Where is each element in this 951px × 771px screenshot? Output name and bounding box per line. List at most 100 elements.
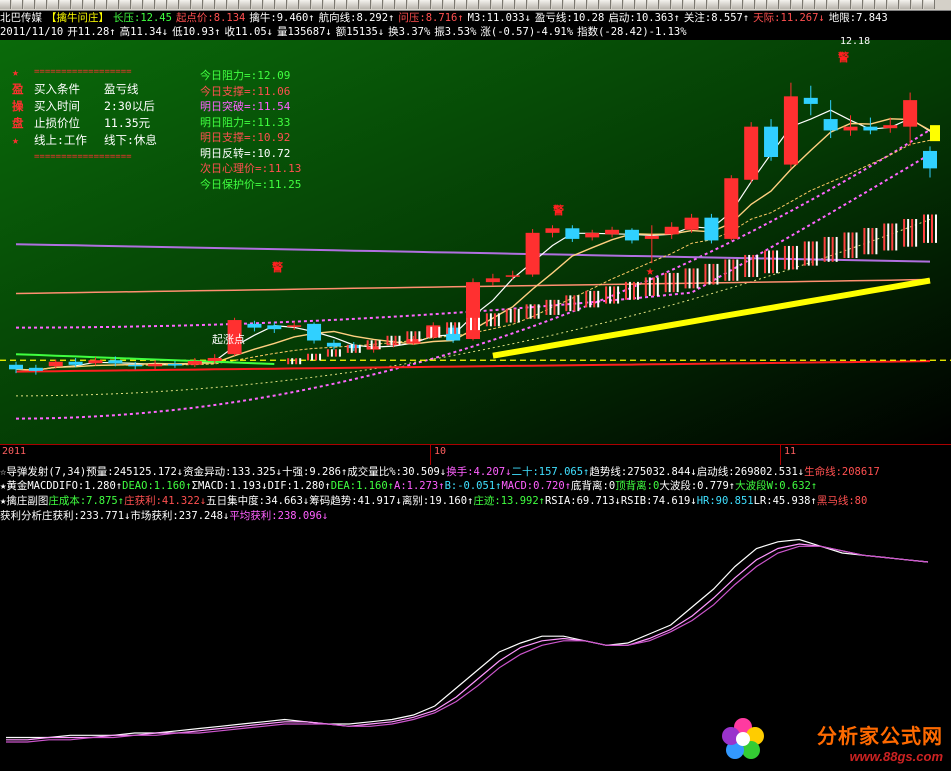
toolbar-button[interactable] xyxy=(552,0,563,9)
toolbar-button[interactable] xyxy=(792,0,803,9)
toolbar-button[interactable] xyxy=(312,0,323,9)
candle-body[interactable] xyxy=(148,364,163,367)
toolbar-button[interactable] xyxy=(72,0,83,9)
toolbar-button[interactable] xyxy=(864,0,875,9)
toolbar-button[interactable] xyxy=(228,0,239,9)
toolbar-button[interactable] xyxy=(168,0,179,9)
toolbar-button[interactable] xyxy=(84,0,95,9)
toolbar-button[interactable] xyxy=(564,0,575,9)
toolbar-button[interactable] xyxy=(360,0,371,9)
candle-body[interactable] xyxy=(684,217,699,230)
toolbar-button[interactable] xyxy=(444,0,455,9)
candle-body[interactable] xyxy=(803,97,818,104)
candle-body[interactable] xyxy=(426,325,441,338)
candle-body[interactable] xyxy=(545,228,560,233)
candle-body[interactable] xyxy=(505,275,520,277)
candle-body[interactable] xyxy=(128,364,143,367)
candle-body[interactable] xyxy=(187,360,202,365)
candle-body[interactable] xyxy=(744,126,759,180)
toolbar-button[interactable] xyxy=(840,0,851,9)
candle-body[interactable] xyxy=(247,323,262,328)
toolbar-button[interactable] xyxy=(108,0,119,9)
toolbar-button[interactable] xyxy=(756,0,767,9)
candle-body[interactable] xyxy=(326,342,341,347)
toolbar-button[interactable] xyxy=(336,0,347,9)
toolbar-button[interactable] xyxy=(648,0,659,9)
toolbar-button[interactable] xyxy=(732,0,743,9)
toolbar-button[interactable] xyxy=(36,0,47,9)
toolbar-button[interactable] xyxy=(348,0,359,9)
toolbar-button[interactable] xyxy=(660,0,671,9)
candle-body[interactable] xyxy=(764,126,779,157)
candle-body[interactable] xyxy=(565,228,580,239)
toolbar-button[interactable] xyxy=(468,0,479,9)
candle-body[interactable] xyxy=(783,96,798,165)
toolbar-button[interactable] xyxy=(588,0,599,9)
toolbar-button[interactable] xyxy=(132,0,143,9)
toolbar-button[interactable] xyxy=(384,0,395,9)
toolbar-button[interactable] xyxy=(24,0,35,9)
candle-body[interactable] xyxy=(624,229,639,241)
toolbar-button[interactable] xyxy=(804,0,815,9)
toolbar-button[interactable] xyxy=(0,0,11,9)
candle-body[interactable] xyxy=(28,367,43,371)
candle-body[interactable] xyxy=(406,339,421,344)
candle-body[interactable] xyxy=(207,357,222,361)
toolbar-button[interactable] xyxy=(828,0,839,9)
candle-body[interactable] xyxy=(923,150,937,169)
toolbar-button[interactable] xyxy=(60,0,71,9)
candle-body[interactable] xyxy=(605,229,620,235)
toolbar-button[interactable] xyxy=(888,0,899,9)
toolbar-button[interactable] xyxy=(180,0,191,9)
toolbar-button[interactable] xyxy=(612,0,623,9)
toolbar-button[interactable] xyxy=(288,0,299,9)
toolbar-button[interactable] xyxy=(708,0,719,9)
candle-body[interactable] xyxy=(823,119,838,131)
candle-body[interactable] xyxy=(466,282,480,339)
toolbar-button[interactable] xyxy=(900,0,911,9)
candle-body[interactable] xyxy=(346,345,361,349)
toolbar-button[interactable] xyxy=(144,0,155,9)
toolbar-button[interactable] xyxy=(876,0,887,9)
toolbar-button[interactable] xyxy=(240,0,251,9)
candle-body[interactable] xyxy=(525,232,540,275)
toolbar-button[interactable] xyxy=(204,0,215,9)
candle-body[interactable] xyxy=(167,364,182,366)
toolbar-button[interactable] xyxy=(768,0,779,9)
toolbar-button[interactable] xyxy=(192,0,203,9)
toolbar-button[interactable] xyxy=(576,0,587,9)
candle-body[interactable] xyxy=(704,217,719,241)
candle-body[interactable] xyxy=(366,346,381,350)
toolbar-button[interactable] xyxy=(396,0,407,9)
toolbar-button[interactable] xyxy=(408,0,419,9)
candle-body[interactable] xyxy=(585,232,600,238)
toolbar-button[interactable] xyxy=(852,0,863,9)
toolbar-button[interactable] xyxy=(324,0,335,9)
toolbar-button[interactable] xyxy=(540,0,551,9)
candle-body[interactable] xyxy=(9,364,23,370)
toolbar-button[interactable] xyxy=(600,0,611,9)
toolbar-button[interactable] xyxy=(432,0,443,9)
candle-body[interactable] xyxy=(843,126,858,131)
profit-analysis-chart[interactable]: 分析家公式网 www.88gs.com xyxy=(0,523,951,768)
toolbar-button[interactable] xyxy=(624,0,635,9)
candle-body[interactable] xyxy=(446,327,461,341)
toolbar-button[interactable] xyxy=(696,0,707,9)
candle-body[interactable] xyxy=(88,360,103,364)
candle-body[interactable] xyxy=(48,361,63,367)
toolbar-button[interactable] xyxy=(252,0,263,9)
candle-body[interactable] xyxy=(307,323,322,341)
toolbar-button[interactable] xyxy=(96,0,107,9)
toolbar-button[interactable] xyxy=(120,0,131,9)
toolbar-button[interactable] xyxy=(672,0,683,9)
candle-body[interactable] xyxy=(485,278,500,283)
toolbar-button[interactable] xyxy=(912,0,923,9)
toolbar-button[interactable] xyxy=(276,0,287,9)
main-price-chart[interactable]: ★ ★ 盈操盘 ★ ================== 买入条件 盈亏线 买入时间 2:… xyxy=(0,36,951,444)
candle-body[interactable] xyxy=(267,325,282,330)
toolbar-button[interactable] xyxy=(780,0,791,9)
toolbar-button[interactable] xyxy=(924,0,935,9)
candle-body[interactable] xyxy=(644,235,659,239)
toolbar-button[interactable] xyxy=(216,0,227,9)
toolbar-button[interactable] xyxy=(372,0,383,9)
